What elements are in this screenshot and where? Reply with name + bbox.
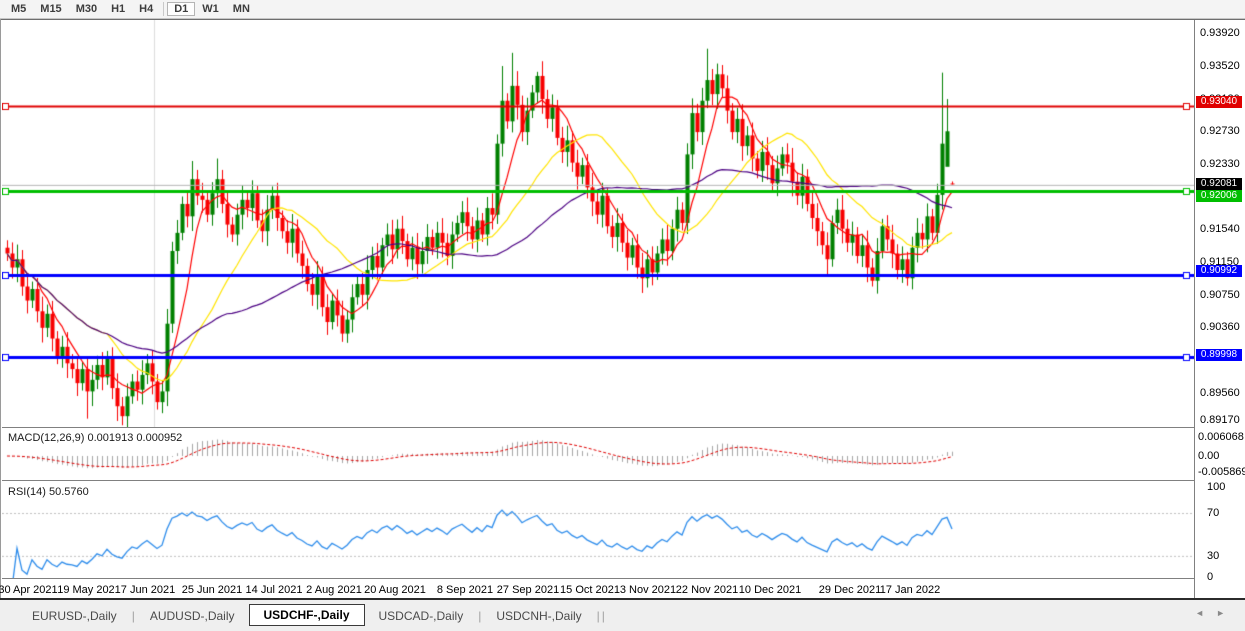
price-axis-tick: 0.93520	[1200, 60, 1240, 72]
toolbar-separator	[163, 2, 164, 16]
period-button-mn[interactable]: MN	[226, 2, 257, 16]
period-button-m5[interactable]: M5	[4, 2, 33, 16]
period-button-h1[interactable]: H1	[104, 2, 132, 16]
rsi-axis-tick: 70	[1207, 507, 1219, 519]
period-button-w1[interactable]: W1	[195, 2, 226, 16]
date-axis-tick: 15 Oct 2021	[560, 584, 620, 596]
period-button-h4[interactable]: H4	[132, 2, 160, 16]
date-axis-tick: 7 Jun 2021	[121, 584, 175, 596]
macd-axis-tick: -0.005869	[1198, 466, 1245, 478]
price-axis-tick: 0.90750	[1200, 289, 1240, 301]
date-axis-tick: 19 May 2021	[57, 584, 121, 596]
date-axis-tick: 22 Nov 2021	[676, 584, 738, 596]
price-axis-tick: 0.91540	[1200, 223, 1240, 235]
price-axis-tick: 0.89560	[1200, 387, 1240, 399]
tab-usdcad[interactable]: USDCAD-,Daily	[365, 606, 478, 626]
date-axis-tick: 27 Sep 2021	[497, 584, 559, 596]
rsi-label: RSI(14) 50.5760	[8, 486, 89, 498]
price-axis-tick: 0.90360	[1200, 321, 1240, 333]
level-price-label: 0.93040	[1196, 96, 1242, 108]
tab-separator: |	[478, 609, 481, 623]
level-price-label: 0.89998	[1196, 349, 1242, 361]
rsi-axis-tick: 0	[1207, 571, 1213, 583]
tab-scroll-right-icon[interactable]: ►	[1216, 608, 1237, 618]
window-left-border	[0, 19, 1, 599]
current-price-label: 0.92081	[1196, 178, 1242, 190]
date-axis-tick: 10 Dec 2021	[739, 584, 801, 596]
date-axis-tick: 14 Jul 2021	[246, 584, 303, 596]
tab-eurusd[interactable]: EURUSD-,Daily	[18, 606, 131, 626]
period-button-m15[interactable]: M15	[33, 2, 68, 16]
tab-separator: |	[597, 609, 600, 623]
tab-scroll-arrows[interactable]: ◄►	[1195, 608, 1237, 618]
date-axis-tick: 2 Aug 2021	[306, 584, 362, 596]
date-axis-tick: 20 Aug 2021	[364, 584, 426, 596]
price-axis-tick: 0.92730	[1200, 125, 1240, 137]
level-price-label: 0.92006	[1196, 190, 1242, 202]
price-chart-pane[interactable]	[2, 20, 1194, 427]
tab-audusd[interactable]: AUDUSD-,Daily	[136, 606, 249, 626]
chart-tab-bar: EURUSD-,Daily|AUDUSD-,DailyUSDCHF-,Daily…	[0, 600, 1245, 631]
rsi-pane[interactable]	[2, 481, 1194, 578]
date-axis-tick: 8 Sep 2021	[437, 584, 493, 596]
macd-label: MACD(12,26,9) 0.001913 0.000952	[8, 432, 182, 444]
rsi-axis-tick: 30	[1207, 550, 1219, 562]
pane-separator	[2, 578, 1194, 579]
price-axis-tick: 0.89170	[1200, 414, 1240, 426]
period-toolbar: M5M15M30H1H4 D1W1MN	[0, 0, 1245, 19]
date-axis-tick: 29 Dec 2021	[819, 584, 881, 596]
period-button-d1[interactable]: D1	[167, 2, 195, 16]
tab-scroll-left-icon[interactable]: ◄	[1195, 608, 1216, 618]
macd-axis-tick: 0.006068	[1198, 431, 1244, 443]
date-axis-tick: 3 Nov 2021	[620, 584, 676, 596]
rsi-axis-tick: 100	[1207, 481, 1225, 493]
level-price-label: 0.90992	[1196, 265, 1242, 277]
date-axis-tick: 30 Apr 2021	[0, 584, 58, 596]
tab-usdchf[interactable]: USDCHF-,Daily	[249, 604, 365, 626]
tab-separator: |	[132, 609, 135, 623]
tab-usdcnh[interactable]: USDCNH-,Daily	[482, 606, 595, 626]
price-axis-separator	[1194, 20, 1195, 598]
date-axis-tick: 17 Jan 2022	[880, 584, 941, 596]
tab-separator: |	[602, 609, 605, 623]
price-axis-tick: 0.92330	[1200, 158, 1240, 170]
price-axis-tick: 0.93920	[1200, 27, 1240, 39]
date-axis-tick: 25 Jun 2021	[182, 584, 243, 596]
period-button-m30[interactable]: M30	[69, 2, 104, 16]
macd-axis-tick: 0.00	[1198, 450, 1219, 462]
